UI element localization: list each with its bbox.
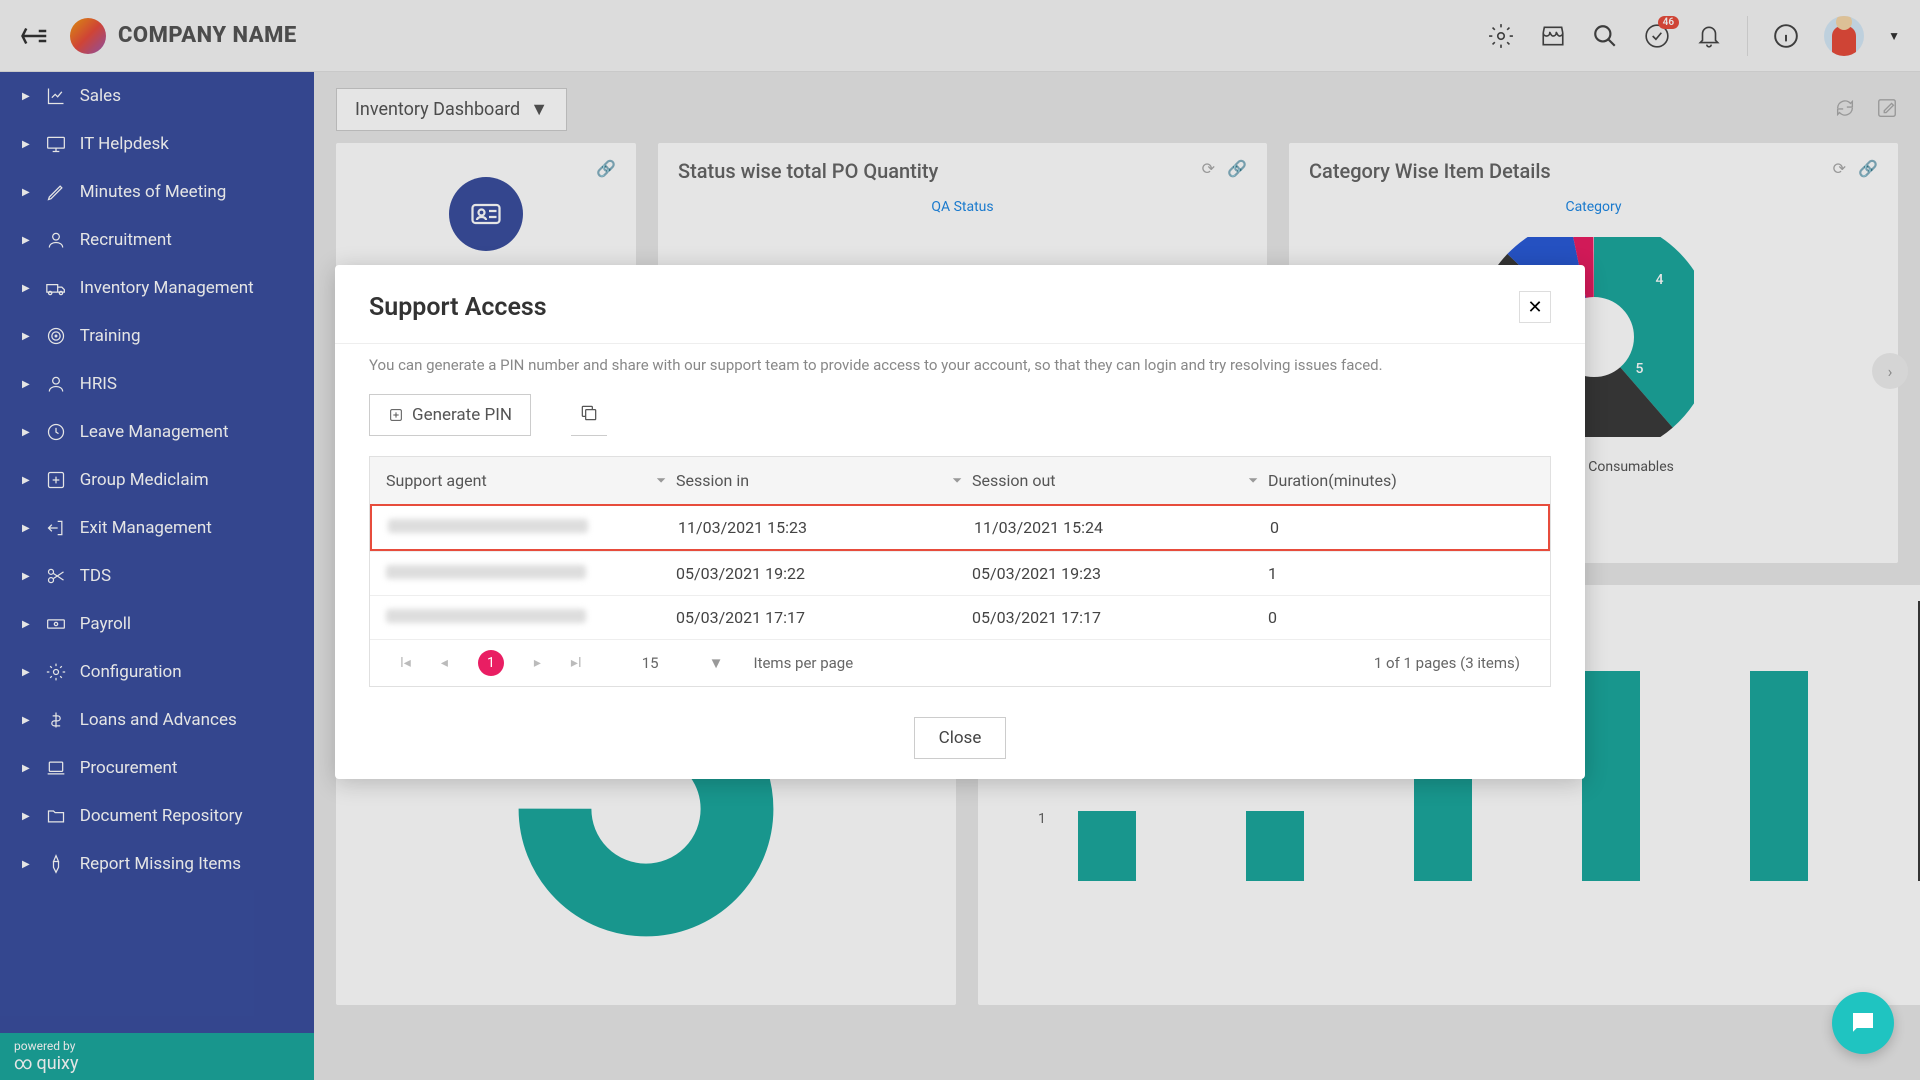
- caret-down-icon[interactable]: ▼: [709, 654, 724, 672]
- agent-email-redacted: [388, 519, 588, 533]
- next-page-button[interactable]: ▸: [534, 655, 541, 671]
- page-size-select[interactable]: 15: [642, 654, 659, 672]
- filter-icon[interactable]: ⏷: [656, 473, 666, 488]
- filter-icon[interactable]: ⏷: [952, 473, 962, 488]
- table-row[interactable]: 05/03/2021 19:22 05/03/2021 19:23 1: [370, 551, 1550, 595]
- modal-overlay: Support Access ✕ You can generate a PIN …: [0, 0, 1920, 1080]
- agent-email-redacted: [386, 609, 586, 623]
- table-row[interactable]: 11/03/2021 15:23 11/03/2021 15:24 0: [370, 504, 1550, 551]
- support-access-modal: Support Access ✕ You can generate a PIN …: [335, 265, 1585, 779]
- page-info: 1 of 1 pages (3 items): [1374, 654, 1520, 672]
- close-button[interactable]: Close: [914, 717, 1007, 759]
- prev-page-button[interactable]: ◂: [441, 655, 448, 671]
- agent-email-redacted: [386, 565, 586, 579]
- modal-description: You can generate a PIN number and share …: [369, 356, 1551, 374]
- first-page-button[interactable]: I◂: [400, 655, 411, 671]
- table-header: Support agent⏷ Session in⏷ Session out⏷ …: [370, 457, 1550, 504]
- copy-icon[interactable]: [571, 395, 607, 436]
- filter-icon[interactable]: ⏷: [1248, 473, 1258, 488]
- last-page-button[interactable]: ▸I: [571, 655, 582, 671]
- modal-title: Support Access: [369, 293, 547, 322]
- pager: I◂ ◂ 1 ▸ ▸I 15 ▼ Items per page 1 of 1 p…: [370, 639, 1550, 686]
- chat-icon[interactable]: [1832, 992, 1894, 1054]
- items-per-page-label: Items per page: [753, 654, 853, 672]
- table-row[interactable]: 05/03/2021 17:17 05/03/2021 17:17 0: [370, 595, 1550, 639]
- page-current[interactable]: 1: [478, 650, 504, 676]
- close-icon[interactable]: ✕: [1519, 291, 1551, 323]
- sessions-table: Support agent⏷ Session in⏷ Session out⏷ …: [369, 456, 1551, 687]
- generate-pin-button[interactable]: Generate PIN: [369, 394, 531, 436]
